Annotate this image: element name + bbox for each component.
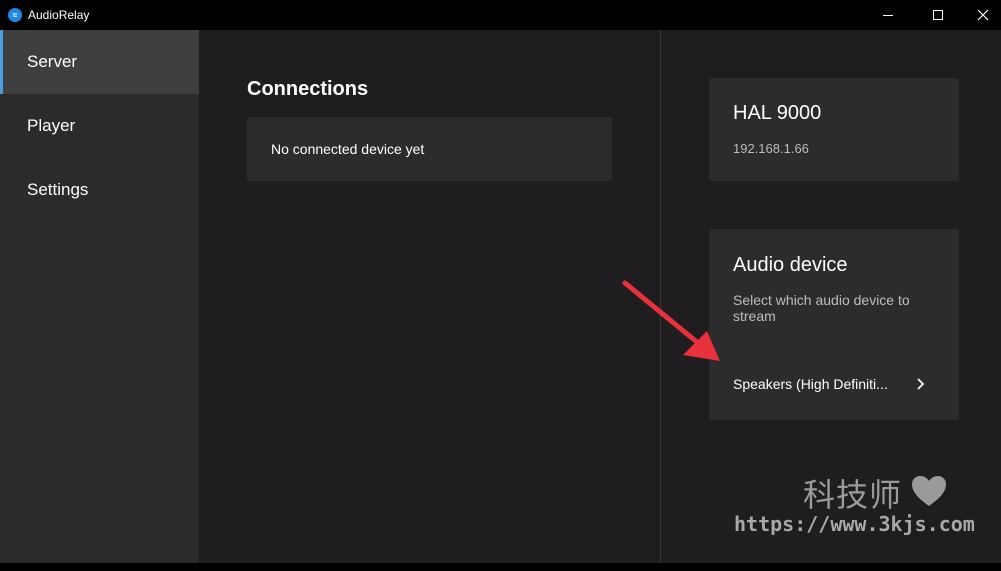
- audio-device-selector[interactable]: Speakers (High Definiti...: [733, 373, 933, 395]
- audio-device-description: Select which audio device to stream: [733, 292, 910, 324]
- connections-heading: Connections: [247, 78, 369, 100]
- close-icon: [977, 9, 989, 21]
- watermark-text: 科技师: [803, 476, 903, 514]
- sidebar-item-label: Player: [27, 116, 76, 135]
- audio-device-heading: Audio device: [733, 254, 848, 276]
- sidebar-item-player[interactable]: Player: [0, 94, 199, 158]
- watermark-url: https://www.3kjs.com: [734, 512, 975, 536]
- annotation-arrow-icon: [622, 280, 720, 361]
- sidebar-item-settings[interactable]: Settings: [0, 158, 199, 222]
- title-bar: ≈ AudioRelay: [0, 0, 1001, 30]
- connections-card: No connected device yet: [247, 117, 612, 181]
- chevron-right-icon: [917, 378, 925, 390]
- host-name: HAL 9000: [733, 102, 822, 124]
- window-title: AudioRelay: [28, 8, 90, 22]
- app-logo-icon: ≈: [8, 8, 22, 22]
- host-card: HAL 9000 192.168.1.66: [709, 78, 959, 181]
- sidebar-item-server[interactable]: Server: [0, 30, 199, 94]
- minimize-button[interactable]: [865, 0, 911, 30]
- bottom-edge: [0, 563, 1001, 571]
- sidebar: Server Player Settings: [0, 30, 199, 563]
- minimize-icon: [883, 14, 893, 16]
- maximize-icon: [933, 10, 943, 20]
- sidebar-item-label: Server: [27, 52, 78, 71]
- close-button[interactable]: [960, 0, 1001, 30]
- audio-device-card: Audio device Select which audio device t…: [709, 229, 959, 420]
- host-ip-address: 192.168.1.66: [733, 141, 809, 156]
- selected-device-label: Speakers (High Definiti...: [733, 376, 888, 392]
- maximize-button[interactable]: [915, 0, 961, 30]
- no-connection-text: No connected device yet: [271, 141, 425, 157]
- sidebar-item-label: Settings: [27, 180, 89, 199]
- heart-icon: [912, 476, 946, 506]
